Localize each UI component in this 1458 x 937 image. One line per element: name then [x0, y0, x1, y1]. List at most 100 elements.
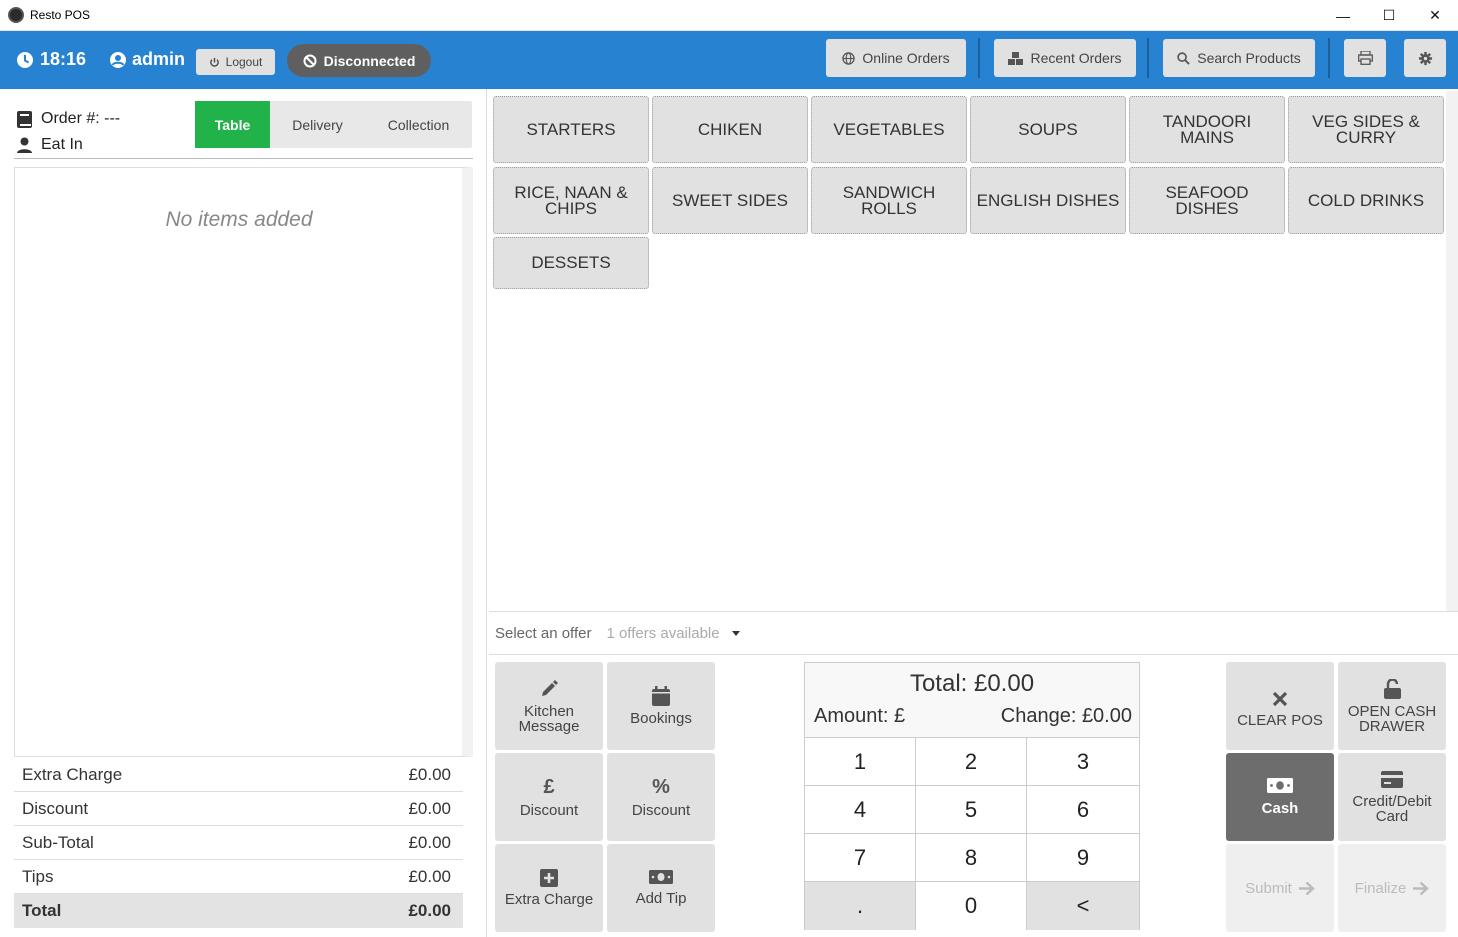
bookings-label: Bookings — [630, 710, 692, 727]
logout-button[interactable]: Logout — [196, 49, 275, 75]
finalize-button[interactable]: Finalize — [1338, 844, 1446, 932]
category-button[interactable]: COLD DRINKS — [1288, 167, 1444, 234]
keypad-key[interactable]: 2 — [916, 738, 1027, 786]
order-number: Order #: --- — [41, 110, 121, 127]
maximize-button[interactable]: ☐ — [1366, 0, 1412, 31]
category-button[interactable]: TANDOORI MAINS — [1129, 96, 1285, 163]
kitchen-message-label: Kitchen Message — [518, 702, 580, 735]
keypad-key[interactable]: 3 — [1027, 738, 1139, 786]
online-orders-button[interactable]: Online Orders — [826, 39, 966, 77]
discount-percent-button[interactable]: % Discount — [607, 753, 715, 841]
divider — [14, 158, 473, 159]
keypad-key[interactable]: 4 — [805, 786, 916, 834]
search-products-label: Search Products — [1197, 50, 1301, 66]
order-items-list[interactable]: No items added — [14, 167, 473, 757]
category-scrollbar[interactable] — [1446, 91, 1458, 611]
order-type-collection-tab[interactable]: Collection — [365, 101, 472, 148]
category-button[interactable]: SEAFOOD DISHES — [1129, 167, 1285, 234]
keypad-decimal-key[interactable]: . — [805, 882, 916, 930]
cash-label: Cash — [1261, 800, 1299, 817]
keypad-key[interactable]: 9 — [1027, 834, 1139, 882]
extra-charge-button[interactable]: Extra Charge — [495, 844, 603, 932]
category-grid: STARTERS CHIKEN VEGETABLES SOUPS TANDOOR… — [489, 89, 1458, 612]
category-button[interactable]: DESSETS — [493, 237, 649, 289]
settings-button[interactable] — [1404, 39, 1446, 77]
tips-label: Tips — [22, 866, 54, 886]
clock: 18:16 — [16, 49, 86, 70]
recent-orders-label: Recent Orders — [1030, 50, 1122, 66]
offer-selector[interactable]: Select an offer 1 offers available — [489, 613, 1458, 655]
keypad-key[interactable]: 7 — [805, 834, 916, 882]
user-icon — [17, 137, 32, 153]
search-icon — [1177, 51, 1190, 65]
discount-percent-label: Discount — [631, 801, 691, 819]
card-payment-button[interactable]: Credit/Debit Card — [1338, 753, 1446, 841]
submit-button[interactable]: Submit — [1226, 844, 1334, 932]
discount-row: Discount £0.00 — [14, 792, 463, 826]
extra-charge-row: Extra Charge £0.00 — [14, 758, 463, 792]
chevron-down-icon[interactable] — [731, 631, 740, 636]
category-button[interactable]: STARTERS — [493, 96, 649, 163]
add-tip-label: Add Tip — [635, 890, 687, 907]
minimize-button[interactable]: — — [1320, 0, 1366, 31]
arrow-right-icon — [1413, 881, 1430, 895]
extra-charge-value: £0.00 — [408, 764, 451, 784]
print-button[interactable] — [1344, 39, 1386, 77]
category-button[interactable]: ENGLISH DISHES — [970, 167, 1126, 234]
payment-amount[interactable]: Amount: £ — [814, 705, 905, 728]
keypad-key[interactable]: 8 — [916, 834, 1027, 882]
boxes-icon — [1008, 51, 1024, 65]
power-icon — [209, 57, 219, 67]
payment-keypad: Total: £0.00 Amount: £ Change: £0.00 1 2… — [804, 662, 1140, 930]
category-button[interactable]: SANDWICH ROLLS — [811, 167, 967, 234]
clear-pos-button[interactable]: CLEAR POS — [1226, 662, 1334, 750]
total-label: Total — [22, 901, 62, 920]
logout-label: Logout — [225, 55, 263, 69]
pound-icon: £ — [543, 775, 555, 798]
subtotal-row: Sub-Total £0.00 — [14, 826, 463, 860]
extra-charge-action-label: Extra Charge — [504, 891, 594, 908]
payment-total: Total: £0.00 — [909, 670, 1035, 697]
app-logo-icon — [8, 7, 24, 23]
tips-value: £0.00 — [408, 866, 451, 886]
subtotal-label: Sub-Total — [22, 832, 94, 852]
calendar-icon — [652, 686, 670, 706]
keypad-backspace-key[interactable]: < — [1027, 882, 1139, 930]
credit-card-icon — [1381, 770, 1403, 788]
order-type-delivery-tab[interactable]: Delivery — [270, 101, 365, 148]
payment-summary: Total: £0.00 Amount: £ Change: £0.00 — [805, 663, 1139, 738]
unlock-icon — [1383, 678, 1401, 699]
keypad-key[interactable]: 0 — [916, 882, 1027, 930]
x-icon — [1272, 691, 1288, 706]
recent-orders-button[interactable]: Recent Orders — [994, 39, 1136, 77]
discount-value: £0.00 — [408, 798, 451, 818]
category-button[interactable]: VEG SIDES & CURRY — [1288, 96, 1444, 163]
category-button[interactable]: RICE, NAAN & CHIPS — [493, 167, 649, 234]
category-button[interactable]: VEGETABLES — [811, 96, 967, 163]
keypad-key[interactable]: 6 — [1027, 786, 1139, 834]
category-button[interactable]: SWEET SIDES — [652, 167, 808, 234]
bookings-button[interactable]: Bookings — [607, 662, 715, 750]
user-info: admin — [109, 49, 185, 70]
online-orders-label: Online Orders — [862, 50, 950, 66]
header-divider — [1328, 38, 1330, 78]
category-button[interactable]: CHIKEN — [652, 96, 808, 163]
offer-dropdown-value[interactable]: 1 offers available — [606, 625, 719, 642]
discount-amount-button[interactable]: £ Discount — [495, 753, 603, 841]
extra-charge-label: Extra Charge — [22, 764, 123, 784]
close-button[interactable]: ✕ — [1412, 0, 1458, 31]
order-type-table-tab[interactable]: Table — [195, 101, 270, 148]
clock-icon — [17, 51, 33, 68]
user-circle-icon — [110, 51, 126, 68]
discount-amount-label: Discount — [519, 801, 579, 819]
open-cash-drawer-button[interactable]: OPEN CASH DRAWER — [1338, 662, 1446, 750]
kitchen-message-button[interactable]: Kitchen Message — [495, 662, 603, 750]
gear-icon — [1418, 51, 1432, 65]
keypad-key[interactable]: 5 — [916, 786, 1027, 834]
header-divider — [978, 38, 980, 78]
cash-payment-button[interactable]: Cash — [1226, 753, 1334, 841]
add-tip-button[interactable]: Add Tip — [607, 844, 715, 932]
category-button[interactable]: SOUPS — [970, 96, 1126, 163]
search-products-button[interactable]: Search Products — [1163, 39, 1315, 77]
keypad-key[interactable]: 1 — [805, 738, 916, 786]
